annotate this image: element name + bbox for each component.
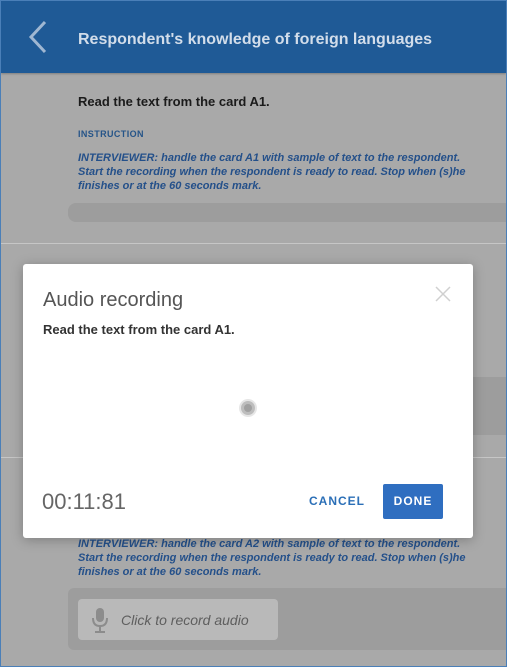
dialog-question-text: Read the text from the card A1. xyxy=(43,322,235,337)
instruction-label: INSTRUCTION xyxy=(78,129,144,139)
answer-area[interactable] xyxy=(68,203,506,222)
microphone-icon xyxy=(92,608,108,633)
recording-area: Click to record audio xyxy=(68,588,506,650)
close-icon xyxy=(435,286,451,302)
instruction-text: INTERVIEWER: handle the card A1 with sam… xyxy=(78,152,466,192)
recording-indicator-icon xyxy=(241,401,255,415)
section-divider xyxy=(1,243,506,244)
record-audio-label: Click to record audio xyxy=(121,612,249,628)
dialog-title: Audio recording xyxy=(43,289,184,311)
record-audio-button[interactable]: Click to record audio xyxy=(78,599,278,640)
audio-recording-dialog: Audio recording Read the text from the c… xyxy=(23,264,473,538)
app-frame: Respondent's knowledge of foreign langua… xyxy=(0,0,507,667)
done-button[interactable]: DONE xyxy=(383,484,443,519)
recording-timer: 00:11:81 xyxy=(42,489,127,514)
chevron-left-icon xyxy=(28,20,47,54)
page-title: Respondent's knowledge of foreign langua… xyxy=(78,31,433,48)
question-text: Read the text from the card A1. xyxy=(78,94,270,109)
instruction-text: INTERVIEWER: handle the card A2 with sam… xyxy=(78,538,466,578)
back-button[interactable] xyxy=(25,19,55,55)
cancel-button[interactable]: CANCEL xyxy=(309,494,365,508)
app-header: Respondent's knowledge of foreign langua… xyxy=(1,1,506,73)
close-button[interactable] xyxy=(433,284,453,304)
